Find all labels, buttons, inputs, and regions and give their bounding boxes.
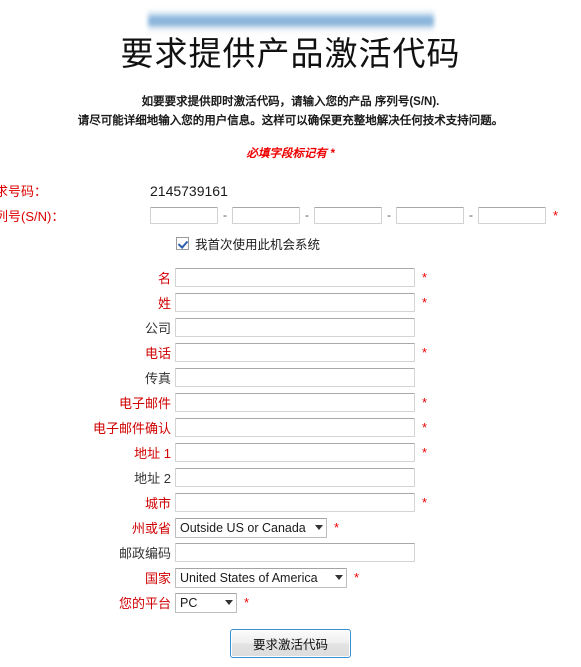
page-title: 要求提供产品激活代码 [120, 37, 461, 73]
form-row: 地址 1 * [0, 440, 581, 465]
form-label: 名 [157, 271, 171, 286]
form-select[interactable]: United States of America [175, 567, 347, 588]
required-asterisk: * [422, 270, 428, 285]
form-label: 公司 [144, 321, 171, 336]
form-text-input[interactable] [175, 368, 415, 387]
form-label: 城市 [144, 496, 171, 511]
request-number-row: 请求号码： 2145739161 [0, 179, 581, 202]
form-row: 电子邮件确认 * [0, 415, 581, 440]
form-label: 州或省 [131, 521, 171, 536]
serial-separator-2: - [305, 208, 309, 222]
intro-serial-emphasis: 序列号(S/N). [374, 96, 440, 108]
form-text-input[interactable] [175, 493, 415, 512]
form-row: 地址 2 [0, 465, 581, 490]
form-text-input[interactable] [175, 443, 415, 462]
serial-segment-input-2[interactable] [232, 206, 300, 224]
form-label: 您的平台 [118, 596, 171, 611]
required-asterisk: * [244, 595, 250, 610]
form-row: 姓 * [0, 290, 581, 315]
required-asterisk: * [422, 445, 428, 460]
request-number-label: 请求号码： [0, 184, 48, 199]
form-label: 传真 [144, 371, 171, 386]
serial-segment-input-4[interactable] [396, 206, 464, 224]
request-activation-code-button[interactable]: 要求激活代码 [229, 629, 351, 658]
form-text-input[interactable] [175, 393, 415, 412]
serial-separator-4: - [469, 208, 473, 222]
form-row: 公司 [0, 315, 581, 340]
chevron-down-icon [315, 525, 323, 530]
serial-required-asterisk: * [553, 207, 559, 223]
form-row: 国家 United States of America * [0, 565, 581, 590]
form-label: 电子邮件确认 [92, 421, 171, 436]
form-text-input[interactable] [175, 318, 415, 337]
required-asterisk: * [334, 520, 340, 535]
required-asterisk: * [422, 395, 428, 410]
form-row: 州或省 Outside US or Canada * [0, 515, 581, 540]
form-select[interactable]: Outside US or Canada [175, 517, 327, 538]
form-row: 您的平台 PC * [0, 590, 581, 615]
serial-segment-input-5[interactable] [478, 206, 546, 224]
form-select-value: PC [180, 595, 198, 610]
form-text-input[interactable] [175, 418, 415, 437]
form-text-input[interactable] [175, 543, 415, 562]
submit-row: 要求激活代码 [0, 629, 581, 658]
form-label: 地址 2 [134, 471, 171, 486]
form-select-value: Outside US or Canada [180, 520, 306, 535]
required-asterisk: * [354, 570, 360, 585]
intro-line-1-text: 如要要求提供即时激活代码，请输入您的产品 [141, 96, 375, 108]
required-asterisk: * [422, 295, 428, 310]
form-text-input[interactable] [175, 343, 415, 362]
form-label: 电话 [144, 346, 171, 361]
form-select-value: United States of America [180, 570, 318, 585]
serial-segment-input-1[interactable] [150, 206, 218, 224]
intro-line-1: 如要要求提供即时激活代码，请输入您的产品 序列号(S/N). [30, 93, 551, 112]
form-label: 电子邮件 [118, 396, 171, 411]
chevron-down-icon [335, 575, 343, 580]
required-asterisk: * [422, 420, 428, 435]
intro-line-2: 请尽可能详细地输入您的用户信息。这样可以确保更充整地解决任何技术支持问题。 [77, 115, 504, 127]
form-row: 名 * [0, 265, 581, 290]
top-info-section: 请求号码： 2145739161 序列号(S/N)： - - - - * 我首次… [0, 179, 581, 253]
first-time-user-checkbox-row[interactable]: 我首次使用此机会系统 [0, 234, 581, 253]
first-time-user-checkbox[interactable] [176, 237, 189, 250]
request-number-value: 2145739161 [150, 182, 228, 199]
required-asterisk: * [422, 345, 428, 360]
form-label: 姓 [157, 296, 171, 311]
required-fields-note: 必填字段标记有 * [246, 148, 335, 160]
form-text-input[interactable] [175, 268, 415, 287]
form-text-input[interactable] [175, 293, 415, 312]
form-row: 邮政编码 [0, 540, 581, 565]
serial-number-row: 序列号(S/N)： - - - - * [0, 202, 581, 228]
page-header: 要求提供产品激活代码 如要要求提供即时激活代码，请输入您的产品 序列号(S/N)… [0, 0, 581, 161]
form-row: 城市 * [0, 490, 581, 515]
serial-segment-input-3[interactable] [314, 206, 382, 224]
first-time-user-checkbox-label: 我首次使用此机会系统 [195, 238, 321, 252]
form-label: 国家 [144, 571, 171, 586]
form-row: 传真 [0, 365, 581, 390]
form-row: 电话 * [0, 340, 581, 365]
form-select[interactable]: PC [175, 592, 237, 613]
form-row: 电子邮件 * [0, 390, 581, 415]
activation-request-form: 名 * 姓 * 公司 电话 * 传真 电子邮件 * 电子邮件确认 * 地址 1 * 地址 2 城市 * 州或省 Ou… [0, 265, 581, 615]
serial-separator-3: - [387, 208, 391, 222]
serial-number-group: - - - - * [150, 206, 559, 224]
serial-separator-1: - [223, 208, 227, 222]
chevron-down-icon [225, 600, 233, 605]
required-asterisk: * [422, 495, 428, 510]
form-label: 地址 1 [134, 446, 171, 461]
form-label: 邮政编码 [118, 546, 171, 561]
intro-paragraph: 如要要求提供即时激活代码，请输入您的产品 序列号(S/N). 请尽可能详细地输入… [0, 93, 581, 131]
form-text-input[interactable] [175, 468, 415, 487]
serial-number-label: 序列号(S/N)： [0, 208, 65, 224]
